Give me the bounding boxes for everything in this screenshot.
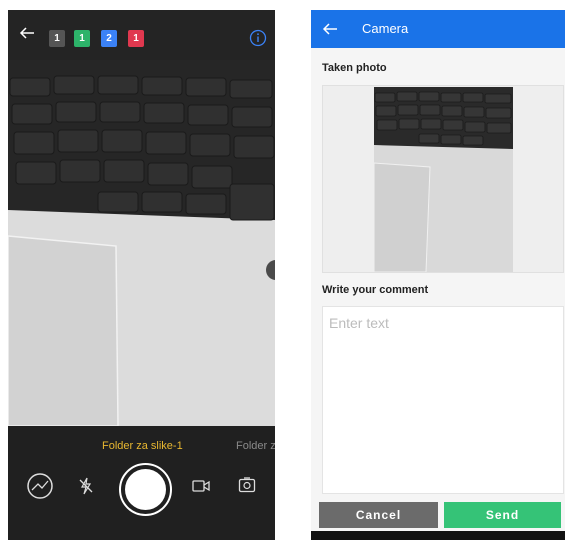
mode-folder-1[interactable]: Folder za slike-1 <box>102 440 183 452</box>
info-icon[interactable] <box>249 29 267 47</box>
mode-folder-next[interactable]: Folder za <box>236 440 275 452</box>
camera-controls: Folder za slike-1 Folder za <box>8 426 275 540</box>
switch-camera-icon[interactable] <box>238 476 256 494</box>
comment-screen: Camera Taken photo Write your comment Ca… <box>311 10 565 540</box>
counter-badge-blue[interactable]: 2 <box>101 30 117 47</box>
arrow-left-icon[interactable] <box>18 24 36 42</box>
cancel-button[interactable]: Cancel <box>319 502 438 528</box>
camera-viewfinder[interactable] <box>8 60 275 426</box>
counter-badge-green[interactable]: 1 <box>74 30 90 47</box>
arrow-left-icon[interactable] <box>321 20 339 38</box>
photo-preview[interactable] <box>322 85 564 273</box>
taken-photo-thumbnail <box>374 87 513 272</box>
counter-badge-gray[interactable]: 1 <box>49 30 65 47</box>
system-nav-bar <box>311 531 565 540</box>
gallery-icon[interactable] <box>26 472 54 500</box>
taken-photo-label: Taken photo <box>322 62 387 74</box>
comment-label: Write your comment <box>322 284 429 296</box>
send-button[interactable]: Send <box>444 502 561 528</box>
video-icon[interactable] <box>192 478 210 494</box>
comment-textarea[interactable] <box>322 306 564 494</box>
counter-badge-red[interactable]: 1 <box>128 30 144 47</box>
flash-off-icon[interactable] <box>76 476 96 496</box>
app-bar: Camera <box>311 10 565 48</box>
camera-screen: 1 1 2 1 Folder za slike-1 Folder za <box>8 10 275 540</box>
shutter-button[interactable] <box>119 463 172 516</box>
camera-top-bar: 1 1 2 1 <box>8 10 275 58</box>
page-title: Camera <box>362 21 409 36</box>
